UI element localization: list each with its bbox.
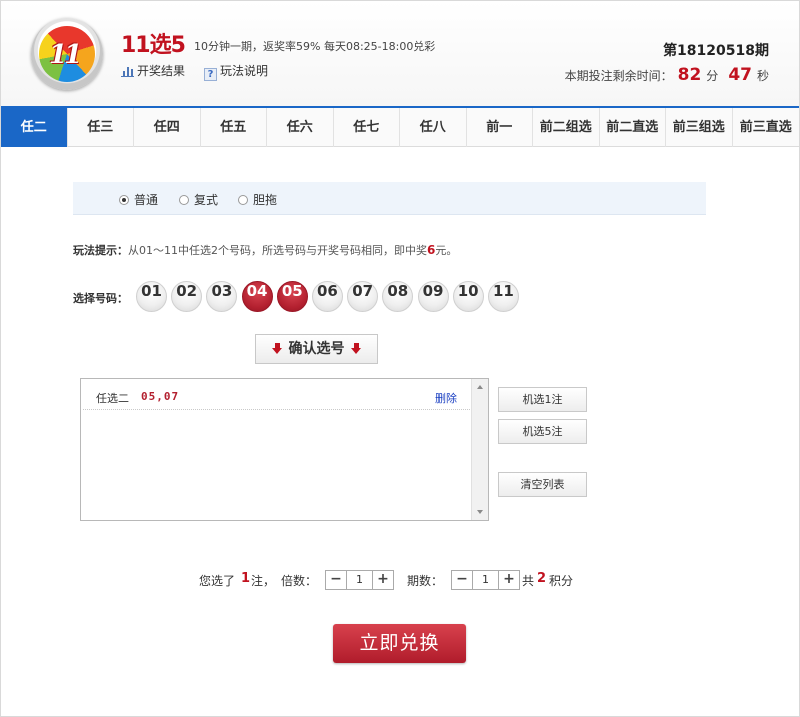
periods-plus-button[interactable]: +: [499, 571, 519, 589]
periods-minus-button[interactable]: −: [452, 571, 472, 589]
countdown-minutes: 82: [677, 65, 702, 85]
rules-label: 玩法说明: [220, 64, 269, 78]
mode-normal-label: 普通: [134, 193, 159, 207]
tab-qian1[interactable]: 前一: [467, 108, 533, 147]
total-points: 2: [537, 571, 547, 586]
help-icon: ?: [204, 68, 217, 81]
number-ball-01[interactable]: 01: [136, 281, 167, 312]
multiple-plus-button[interactable]: +: [373, 571, 393, 589]
bar-chart-icon: [121, 64, 134, 77]
random-1-button[interactable]: 机选1注: [498, 387, 587, 412]
exchange-now-button[interactable]: 立即兑换: [333, 624, 466, 663]
countdown-seconds-unit: 秒: [756, 69, 769, 83]
radio-unchecked-icon: [179, 195, 189, 205]
list-scrollbar[interactable]: [471, 379, 488, 520]
tab-qian2-group[interactable]: 前二组选: [533, 108, 600, 147]
multiple-input[interactable]: 1: [346, 571, 373, 589]
tab-qian3-group[interactable]: 前三组选: [666, 108, 733, 147]
tab-ren4[interactable]: 任四: [134, 108, 201, 147]
scroll-up-icon[interactable]: [477, 385, 483, 389]
tab-qian2-direct[interactable]: 前二直选: [600, 108, 666, 147]
page-title: 11选5: [121, 33, 186, 58]
delete-link[interactable]: 删除: [435, 390, 457, 406]
tip-label: 玩法提示：: [73, 244, 128, 257]
multiple-label: 倍数：: [281, 574, 318, 588]
draw-results-label: 开奖结果: [137, 64, 186, 78]
tab-ren8[interactable]: 任八: [400, 108, 467, 147]
tab-ren5[interactable]: 任五: [201, 108, 267, 147]
bet-count: 1: [241, 571, 251, 586]
total-unit: 积分: [549, 574, 574, 588]
mode-multiple[interactable]: 复式: [179, 191, 218, 208]
number-ball-06[interactable]: 06: [311, 281, 343, 312]
rules-link[interactable]: ? 玩法说明: [204, 62, 268, 81]
multiple-stepper: − 1 +: [325, 570, 394, 590]
mode-normal[interactable]: 普通: [119, 191, 158, 208]
tip-text: 从01～11中任选2个号码，所选号码与开奖号码相同，即中奖: [128, 244, 427, 257]
lottery-logo: 11: [31, 18, 103, 90]
bet-count-unit: 注，: [251, 574, 276, 588]
confirm-label: 确认选号: [288, 341, 345, 357]
tip-unit: 元。: [435, 244, 458, 257]
play-type-tabs: 任二 任三 任四 任五 任六 任七 任八 前一 前二组选 前二直选 前三组选 前…: [1, 106, 799, 147]
number-ball-10[interactable]: 10: [452, 281, 484, 312]
bet-numbers: 05,07: [141, 390, 180, 403]
number-ball-08[interactable]: 08: [382, 281, 414, 312]
countdown-minutes-unit: 分: [706, 69, 719, 83]
number-ball-09[interactable]: 09: [417, 281, 449, 312]
number-ball-03[interactable]: 03: [206, 281, 238, 312]
periods-input[interactable]: 1: [472, 571, 499, 589]
clear-list-button[interactable]: 清空列表: [498, 472, 587, 497]
random-5-button[interactable]: 机选5注: [498, 419, 587, 444]
multiple-minus-button[interactable]: −: [326, 571, 346, 589]
issue-number: 第18120518期: [663, 43, 769, 59]
number-ball-05[interactable]: 05: [276, 281, 308, 312]
header: 11 11选5 10分钟一期，返奖率59% 每天08:25-18:00兑彩 开奖…: [1, 1, 799, 106]
mode-selector: 普通 复式 胆拖: [73, 182, 706, 215]
logo-number: 11: [49, 40, 82, 70]
selection-list[interactable]: 任选二 05,07 删除: [80, 378, 489, 521]
number-ball-07[interactable]: 07: [347, 281, 379, 312]
total-prefix: 共: [522, 574, 535, 588]
pick-label: 选择号码：: [73, 292, 128, 305]
arrow-down-icon: [350, 343, 362, 354]
number-ball-04[interactable]: 04: [241, 281, 273, 312]
tab-qian3-direct[interactable]: 前三直选: [733, 108, 800, 147]
radio-checked-icon: [119, 195, 129, 205]
number-ball-02[interactable]: 02: [171, 281, 203, 312]
number-ball-11[interactable]: 11: [487, 281, 519, 312]
countdown: 本期投注剩余时间： 82 分 47 秒: [565, 65, 769, 85]
draw-results-link[interactable]: 开奖结果: [121, 62, 185, 79]
bet-type: 任选二: [96, 392, 129, 405]
tab-ren7[interactable]: 任七: [334, 108, 400, 147]
tab-ren6[interactable]: 任六: [267, 108, 334, 147]
radio-unchecked-icon: [238, 195, 248, 205]
page-subtitle: 10分钟一期，返奖率59% 每天08:25-18:00兑彩: [194, 40, 436, 53]
confirm-selection-button[interactable]: 确认选号: [255, 334, 378, 364]
arrow-down-icon: [271, 343, 283, 354]
countdown-seconds: 47: [728, 65, 752, 85]
periods-stepper: − 1 +: [451, 570, 520, 590]
tab-ren2[interactable]: 任二: [1, 108, 68, 147]
scroll-down-icon[interactable]: [477, 510, 483, 514]
list-item: 任选二 05,07 删除: [83, 382, 470, 410]
mode-banker-label: 胆拖: [253, 193, 278, 207]
periods-label: 期数：: [407, 574, 444, 588]
countdown-label: 本期投注剩余时间：: [564, 69, 673, 83]
summary-prefix: 您选了: [199, 574, 236, 588]
mode-multiple-label: 复式: [194, 193, 219, 207]
tab-ren3[interactable]: 任三: [68, 108, 134, 147]
play-tip: 玩法提示：从01～11中任选2个号码，所选号码与开奖号码相同，即中奖6元。: [73, 242, 457, 258]
number-balls: 01 02 03 04 05 06 07 08 09 10 11: [136, 281, 523, 312]
mode-banker[interactable]: 胆拖: [238, 191, 277, 208]
